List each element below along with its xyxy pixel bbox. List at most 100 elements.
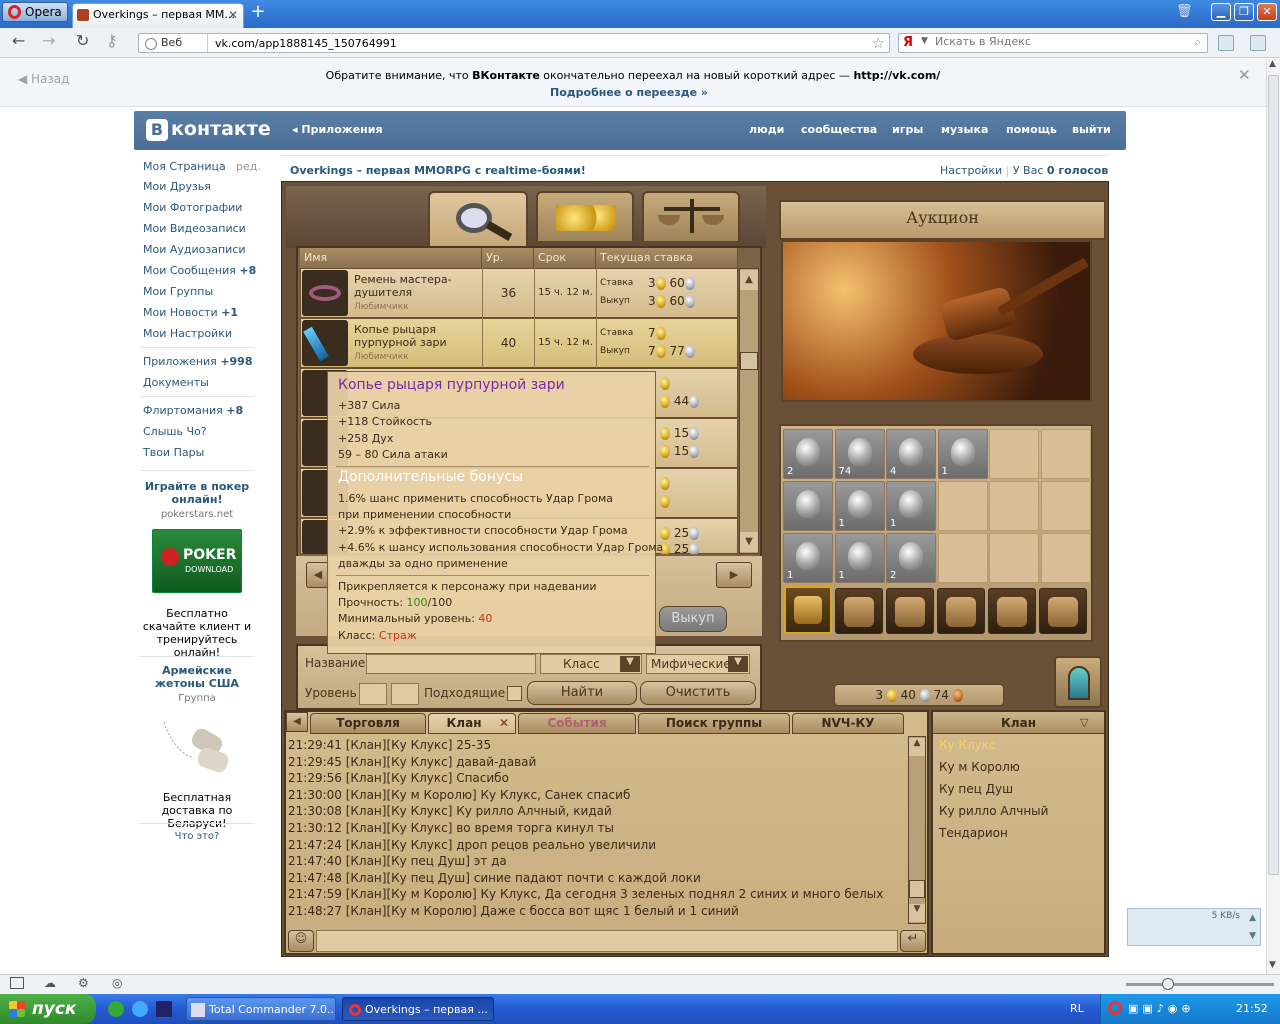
- tray-icons[interactable]: ▣▣♪◉⊕: [1128, 1002, 1195, 1015]
- reload-icon[interactable]: ↻: [76, 33, 89, 49]
- panel-toggle-icon[interactable]: [1218, 35, 1234, 51]
- back-link[interactable]: ◀ Назад: [18, 72, 69, 86]
- inventory-slot-empty[interactable]: [1040, 533, 1091, 583]
- notice-more-link[interactable]: Подробнее о переезде »: [0, 86, 1258, 99]
- scroll-thumb[interactable]: [740, 352, 758, 370]
- task-opera[interactable]: Overkings – первая ...: [342, 997, 494, 1021]
- edit-link[interactable]: ред.: [236, 160, 261, 173]
- back-arrow-icon[interactable]: ←: [12, 33, 25, 49]
- chat-tab-trade[interactable]: Торговля: [310, 713, 426, 734]
- ad-poker-image[interactable]: POKER DOWNLOAD: [152, 529, 242, 593]
- sidebar-item-docs[interactable]: Документы: [143, 376, 209, 389]
- inventory-slot-item[interactable]: 2: [783, 429, 833, 479]
- inventory-slot-item[interactable]: 1: [783, 533, 833, 583]
- sidebar-item-slysh[interactable]: Слышь Чо?: [143, 425, 207, 438]
- sidebar-item-groups[interactable]: Мои Группы: [143, 285, 213, 298]
- sidebar-item-pairs[interactable]: Твои Пары: [143, 446, 204, 459]
- auction-scrollbar[interactable]: [739, 268, 759, 554]
- scroll-up-icon[interactable]: ▲: [1249, 913, 1256, 923]
- inventory-slot-empty[interactable]: [989, 481, 1039, 531]
- tab-sell[interactable]: [536, 191, 634, 241]
- tab-search-auction[interactable]: [428, 191, 528, 249]
- sidebar-item-friends[interactable]: Мои Друзья: [143, 180, 211, 193]
- sidebar-item-videos[interactable]: Мои Видеозаписи: [143, 222, 246, 235]
- sidebar-item-apps[interactable]: Приложения +998: [143, 355, 253, 368]
- restore-button[interactable]: ❐: [1234, 3, 1254, 21]
- inventory-slot-empty[interactable]: [1040, 429, 1091, 479]
- url-field[interactable]: Веб vk.com/app1888145_150764991 ☆: [138, 33, 890, 53]
- cloud-icon[interactable]: ☁: [44, 976, 56, 990]
- inventory-slot-empty[interactable]: [937, 533, 988, 583]
- search-input[interactable]: [935, 35, 1185, 48]
- what-is-this-link[interactable]: Что это?: [140, 831, 254, 842]
- nav-logout[interactable]: выйти: [1072, 123, 1111, 136]
- col-bid[interactable]: Текущая ставка: [596, 248, 738, 268]
- filter-level-max[interactable]: [391, 683, 419, 705]
- sidebar-item-my-page[interactable]: Моя Страница: [143, 160, 226, 173]
- chevron-down-icon[interactable]: ▽: [1080, 716, 1088, 729]
- scroll-up-icon[interactable]: ▲: [740, 270, 758, 290]
- ad-tags-text[interactable]: Бесплатная доставка по Беларуси!: [140, 791, 254, 830]
- minimize-button[interactable]: ▁: [1211, 3, 1231, 21]
- buyout-button[interactable]: Выкуп: [659, 606, 727, 632]
- votes-count[interactable]: 0 голосов: [1047, 164, 1108, 177]
- forward-arrow-icon[interactable]: →: [42, 33, 55, 49]
- ie-icon[interactable]: [132, 1001, 148, 1017]
- inventory-slot-empty[interactable]: [1040, 481, 1091, 531]
- unite-icon[interactable]: ⚙: [78, 976, 89, 990]
- bag-slot[interactable]: [988, 588, 1036, 634]
- close-icon[interactable]: ✕: [499, 714, 509, 733]
- inventory-slot-item[interactable]: 1: [834, 481, 885, 531]
- chevron-down-icon[interactable]: ▼: [728, 656, 748, 672]
- nav-music[interactable]: музыка: [941, 123, 988, 136]
- clan-title[interactable]: Клан: [933, 712, 1104, 734]
- clan-member[interactable]: Ку м Королю: [939, 760, 1020, 774]
- inventory-slot-empty[interactable]: [989, 429, 1039, 479]
- opera-tray-icon[interactable]: [1108, 1001, 1122, 1015]
- inventory-slot-item[interactable]: 1: [834, 533, 885, 583]
- page-scrollbar[interactable]: ▲ ▼: [1266, 59, 1280, 974]
- smiley-icon[interactable]: ☺: [288, 930, 314, 952]
- inventory-slot-item[interactable]: [783, 481, 833, 531]
- chat-tab-custom[interactable]: NVЧ-КУ: [792, 713, 904, 734]
- find-button[interactable]: Найти: [527, 681, 637, 705]
- key-icon[interactable]: ⚷: [106, 33, 118, 49]
- sidebar-item-messages[interactable]: Мои Сообщения +8: [143, 264, 256, 277]
- ad-tags-title[interactable]: Армейские жетоны США: [140, 664, 254, 690]
- media-icon[interactable]: [156, 1001, 172, 1017]
- clear-button[interactable]: Очистить: [640, 681, 756, 705]
- chat-tabs-left-icon[interactable]: ◀: [286, 712, 308, 732]
- bag-slot[interactable]: [835, 588, 883, 634]
- bag-slot-active[interactable]: [784, 586, 832, 634]
- sidebar-item-flirt[interactable]: Флиртомания +8: [143, 404, 243, 417]
- bag-slot[interactable]: [937, 588, 985, 634]
- panels-icon[interactable]: [10, 977, 24, 989]
- downloads-icon[interactable]: [1250, 35, 1266, 51]
- close-window-button[interactable]: ✕: [1257, 3, 1277, 21]
- inventory-slot-item[interactable]: 4: [886, 429, 936, 479]
- inventory-slot-empty[interactable]: [937, 481, 988, 531]
- search-engine-dropdown-icon[interactable]: ▼: [921, 36, 928, 46]
- ad-tags-image[interactable]: [154, 712, 240, 780]
- quicklaunch-icon[interactable]: [108, 1001, 124, 1017]
- yandex-search-field[interactable]: Я ▼ ⌕: [898, 33, 1208, 53]
- sidebar-item-news[interactable]: Мои Новости +1: [143, 306, 238, 319]
- lang-indicator[interactable]: RL: [1070, 1002, 1084, 1015]
- browser-tab-active[interactable]: Overkings – первая ММ... ✕: [72, 3, 244, 28]
- ad-poker-title[interactable]: Играйте в покер онлайн!: [140, 480, 254, 506]
- chevron-down-icon[interactable]: ▼: [620, 656, 640, 672]
- task-total-commander[interactable]: Total Commander 7.0...: [186, 997, 336, 1021]
- nav-help[interactable]: помощь: [1006, 123, 1057, 136]
- opera-menu-button[interactable]: Opera: [2, 2, 68, 22]
- filter-name-input[interactable]: [366, 654, 536, 674]
- bag-slot[interactable]: [1039, 588, 1087, 634]
- zoom-slider[interactable]: [1126, 978, 1274, 990]
- breadcrumb-apps[interactable]: ◂ Приложения: [292, 123, 383, 136]
- inventory-slot-item[interactable]: 2: [886, 533, 936, 583]
- nav-communities[interactable]: сообщества: [801, 123, 877, 136]
- page-next-button[interactable]: ▶: [716, 562, 752, 588]
- inventory-slot-item[interactable]: 1: [886, 481, 936, 531]
- app-settings-link[interactable]: Настройки: [940, 164, 1002, 177]
- url-text[interactable]: vk.com/app1888145_150764991: [215, 37, 397, 50]
- clan-member[interactable]: Ку Клукс: [939, 738, 996, 752]
